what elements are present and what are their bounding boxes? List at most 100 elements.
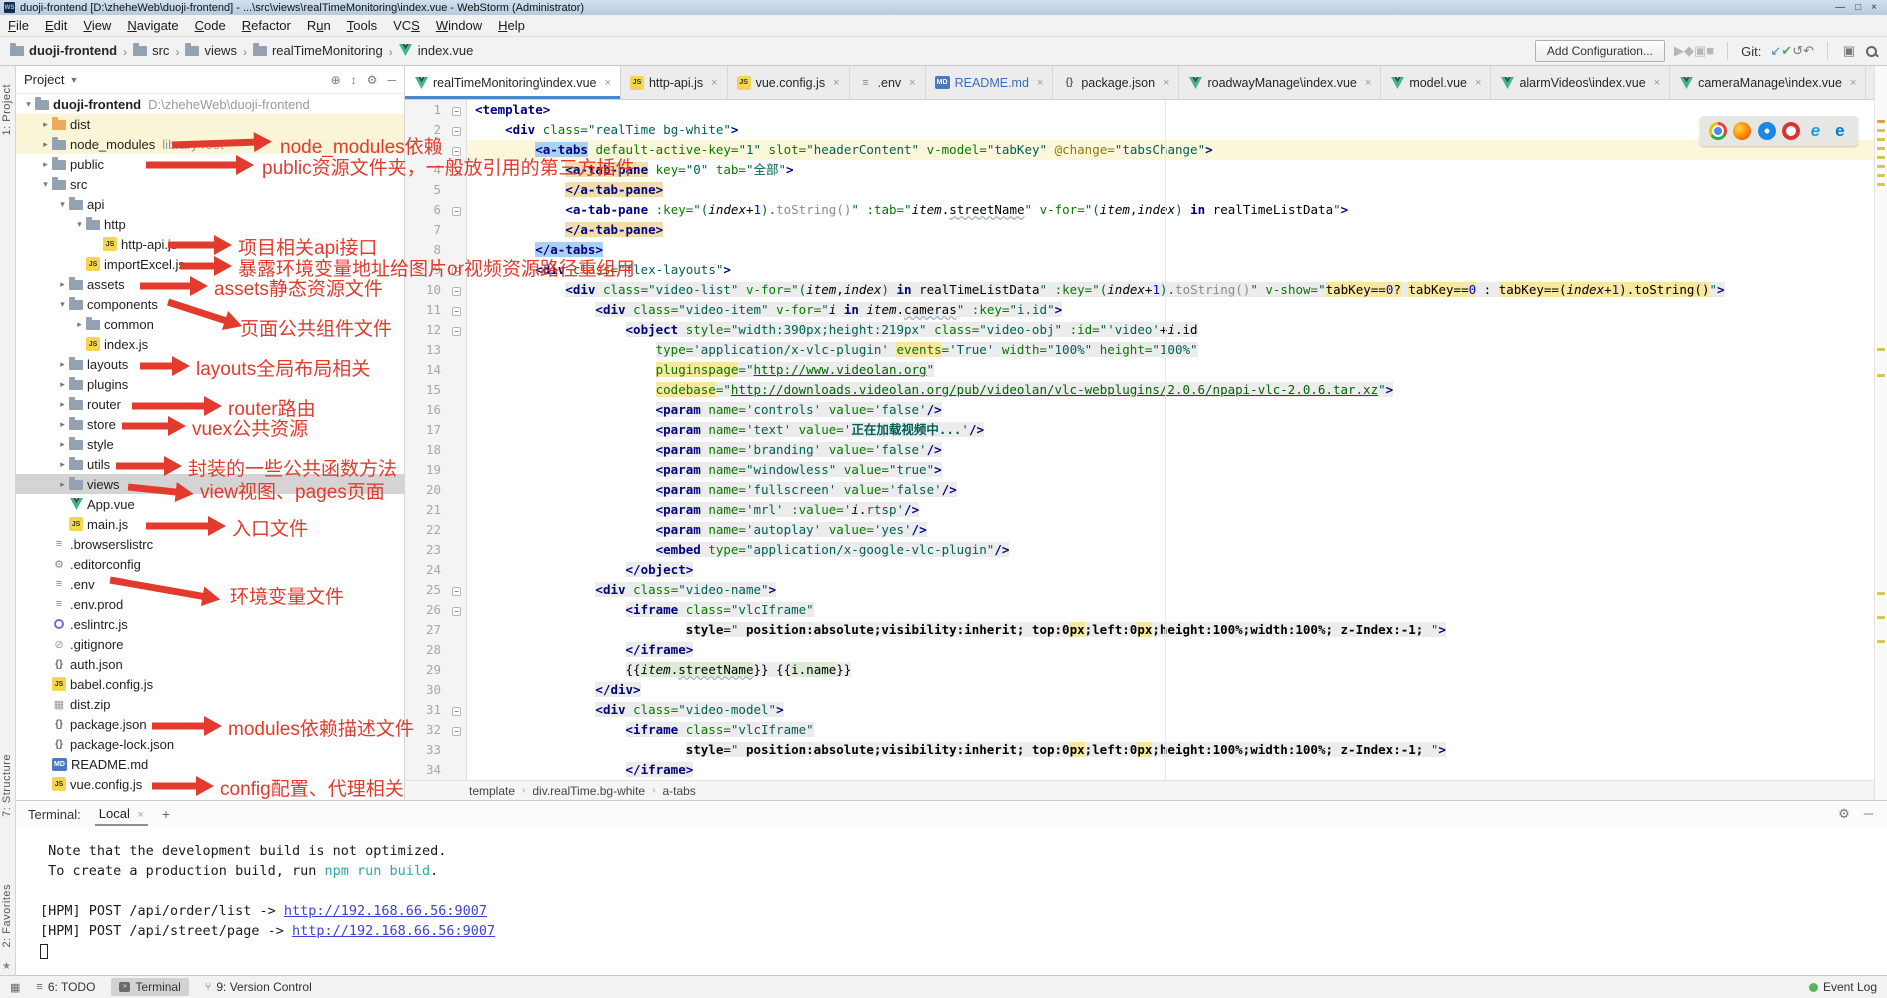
stripe-mark[interactable] [1877,348,1885,351]
tree-item-dist[interactable]: ▸dist [16,114,404,134]
ui-toggle-icon[interactable]: ▣ [1841,43,1857,59]
code-line-24[interactable]: 24 </object> [405,560,1874,580]
close-icon[interactable]: × [1037,77,1043,89]
terminal-tab-local[interactable]: Local × [95,803,148,826]
menu-item-navigate[interactable]: Navigate [119,18,186,33]
tree-item-.browserslistrc[interactable]: ≡.browserslistrc [16,534,404,554]
editor-tab-package.json[interactable]: {}package.json× [1053,66,1179,99]
code-line-32[interactable]: 32− <iframe class="vlcIframe" [405,720,1874,740]
terminal-link[interactable]: http://192.168.66.56:9007 [284,903,487,919]
close-icon[interactable]: × [1850,77,1856,89]
statusbar-event-log[interactable]: Event Log [1809,980,1877,994]
add-configuration-button[interactable]: Add Configuration... [1535,40,1665,62]
tree-item-src[interactable]: ▾src [16,174,404,194]
chevron-right-icon[interactable]: ▸ [56,439,69,450]
fold-marker[interactable]: − [447,280,467,300]
git-update-icon[interactable]: ↙ [1770,43,1781,58]
hide-panel-icon[interactable]: ─ [1864,806,1873,822]
code-line-29[interactable]: 29 {{item.streetName}} {{i.name}} [405,660,1874,680]
chevron-right-icon[interactable]: ▸ [39,159,52,170]
tree-item-App.vue[interactable]: App.vue [16,494,404,514]
chevron-right-icon[interactable]: ▸ [73,319,86,330]
tree-item-views[interactable]: ▸views [16,474,404,494]
fold-marker[interactable]: − [447,160,467,180]
stripe-mark[interactable] [1877,165,1885,168]
fold-marker[interactable]: − [447,100,467,120]
code-line-1[interactable]: 1−<template> [405,100,1874,120]
gear-icon[interactable]: ⚙ [1838,806,1850,822]
tree-item-style[interactable]: ▸style [16,434,404,454]
editor-tab-roadwayManage-index.vue[interactable]: roadwayManage\index.vue× [1179,66,1381,99]
code-line-27[interactable]: 27 style=" position:absolute;visibility:… [405,620,1874,640]
tree-item-dist.zip[interactable]: ▦dist.zip [16,694,404,714]
maximize-button[interactable]: □ [1855,2,1861,13]
tree-item-auth.json[interactable]: {}auth.json [16,654,404,674]
stop-icon[interactable]: ■ [1706,43,1714,58]
tree-item-.env.prod[interactable]: ≡.env.prod [16,594,404,614]
tree-item-common[interactable]: ▸common [16,314,404,334]
tree-item-http-api.js[interactable]: JShttp-api.js [16,234,404,254]
statusbar-9-version-control[interactable]: ⑂9: Version Control [205,980,312,994]
editor-tab-alarmVideos-index.vue[interactable]: alarmVideos\index.vue× [1491,66,1670,99]
debug-icon[interactable]: ◆ [1684,43,1694,58]
chevron-right-icon[interactable]: ▸ [56,359,69,370]
fold-marker[interactable]: − [447,140,467,160]
code-line-23[interactable]: 23 <embed type="application/x-google-vlc… [405,540,1874,560]
tree-item-importExcel.js[interactable]: JSimportExcel.js [16,254,404,274]
tree-item-.env[interactable]: ≡.env [16,574,404,594]
menu-item-file[interactable]: File [0,18,37,33]
menu-item-refactor[interactable]: Refactor [234,18,299,33]
tree-item-node_modules[interactable]: ▸node_moduleslibrary root [16,134,404,154]
tool-window-button-project[interactable]: 1: Project [1,84,13,135]
statusbar-6-todo[interactable]: ≡6: TODO [36,980,95,994]
close-icon[interactable]: × [137,809,143,821]
chevron-right-icon[interactable]: ▸ [39,119,52,130]
fold-marker[interactable]: − [447,260,467,280]
close-icon[interactable]: × [1654,77,1660,89]
chevron-down-icon[interactable]: ▾ [39,179,52,190]
code-line-30[interactable]: 30 </div> [405,680,1874,700]
stripe-mark[interactable] [1877,640,1885,643]
breadcrumb-item-realTimeMonitoring[interactable]: realTimeMonitoring [253,43,383,58]
close-icon[interactable]: × [1163,77,1169,89]
chevron-right-icon[interactable]: ▸ [56,399,69,410]
menu-item-edit[interactable]: Edit [37,18,75,33]
code-line-25[interactable]: 25− <div class="video-name"> [405,580,1874,600]
code-line-3[interactable]: 3− <a-tabs default-active-key="1" slot="… [405,140,1874,160]
tree-item-babel.config.js[interactable]: JSbabel.config.js [16,674,404,694]
close-icon[interactable]: × [1475,77,1481,89]
close-icon[interactable]: × [833,77,839,89]
fold-marker[interactable]: − [447,300,467,320]
git-rollback-icon[interactable]: ↶ [1803,43,1814,58]
editor-tab-.env[interactable]: ≡.env× [850,66,926,99]
code-line-11[interactable]: 11− <div class="video-item" v-for="i in … [405,300,1874,320]
firefox-icon[interactable] [1733,122,1751,140]
chevron-right-icon[interactable]: ▸ [56,419,69,430]
code-line-6[interactable]: 6− <a-tab-pane :key="(index+1).toString(… [405,200,1874,220]
fold-marker[interactable]: − [447,320,467,340]
breadcrumb-item-index.vue[interactable]: index.vue [399,43,474,58]
chevron-down-icon[interactable]: ▾ [22,99,35,110]
code-line-4[interactable]: 4− <a-tab-pane key="0" tab="全部"> [405,160,1874,180]
stripe-mark[interactable] [1877,147,1885,150]
editor-tab-cameraManage-index.vue[interactable]: cameraManage\index.vue× [1670,66,1866,99]
run-icon[interactable]: ▶ [1674,43,1684,58]
terminal-link[interactable]: http://192.168.66.56:9007 [292,923,495,939]
chevron-right-icon[interactable]: ▸ [56,459,69,470]
editor-tab-README.md[interactable]: MDREADME.md× [926,66,1054,99]
stripe-mark[interactable] [1877,120,1885,123]
error-stripe[interactable] [1874,66,1887,800]
editor-tab-realTimeMonitoring-index.vue[interactable]: realTimeMonitoring\index.vue× [405,66,621,99]
fold-marker[interactable]: − [447,120,467,140]
fold-marker[interactable]: − [447,200,467,220]
stripe-mark[interactable] [1877,592,1885,595]
tree-item-package-lock.json[interactable]: {}package-lock.json [16,734,404,754]
hide-icon[interactable]: ─ [387,73,396,87]
tree-item-duoji-frontend[interactable]: ▾duoji-frontendD:\zheheWeb\duoji-fronten… [16,94,404,114]
tool-window-button-structure[interactable]: 7: Structure [1,754,13,817]
tree-item-plugins[interactable]: ▸plugins [16,374,404,394]
coverage-icon[interactable]: ▣ [1694,43,1706,58]
stripe-mark[interactable] [1877,156,1885,159]
fold-marker[interactable]: − [447,700,467,720]
code-line-2[interactable]: 2− <div class="realTime bg-white"> [405,120,1874,140]
